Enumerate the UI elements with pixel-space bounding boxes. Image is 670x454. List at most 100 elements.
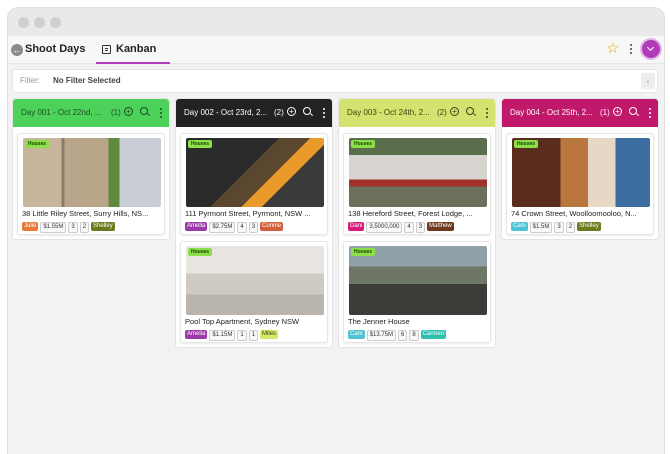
price-chip: $13.75M: [366, 330, 397, 341]
card-chips: Amelia $1.15M 1 1 Miles: [185, 330, 280, 341]
kanban-icon: [102, 45, 111, 54]
property-photo[interactable]: Houses: [23, 138, 161, 207]
agent-chip[interactable]: Amelia: [185, 330, 208, 339]
property-photo[interactable]: Houses: [186, 246, 324, 315]
property-card[interactable]: Houses 38 Little Riley Street, Surry Hill…: [17, 133, 165, 235]
column-title[interactable]: Day 003 - Oct 24th, 2...: [347, 108, 430, 117]
property-address: Pool Top Apartment, Sydney NSW: [185, 317, 300, 326]
zoom-in-icon[interactable]: [140, 107, 148, 115]
contact-chip[interactable]: Carmen: [420, 330, 447, 339]
app-window: ← Shoot Days Kanban ☆ Filter: No Filter …: [8, 8, 664, 454]
beds-chip: 1: [237, 330, 247, 341]
agent-chip[interactable]: Julie: [22, 222, 39, 231]
zoom-in-icon[interactable]: [466, 107, 474, 115]
baths-chip: 3: [248, 222, 259, 233]
column-card-count: (2): [274, 108, 284, 117]
card-chips: Dani 3,5000,000 4 3 Matthew: [348, 222, 456, 233]
filter-label: Filter:: [20, 76, 40, 85]
more-icon[interactable]: [323, 108, 326, 120]
price-chip: $2.75M: [209, 222, 236, 233]
more-icon[interactable]: [486, 108, 489, 120]
beds-chip: 3: [554, 222, 564, 233]
add-icon[interactable]: +: [124, 107, 133, 116]
price-chip: $1.55M: [40, 222, 67, 233]
category-tag: Houses: [188, 140, 213, 148]
property-photo[interactable]: Houses: [512, 138, 650, 207]
star-icon[interactable]: ☆: [606, 40, 619, 58]
add-icon[interactable]: +: [613, 107, 622, 116]
column-card-count: (1): [600, 108, 610, 117]
window-maximize-dot[interactable]: [50, 17, 61, 28]
baths-chip: 2: [79, 222, 90, 233]
kanban-column: Day 003 - Oct 24th, 2... (2) + Houses 138 He…: [338, 98, 496, 348]
property-address: 111 Pyrmont Street, Pyrmont, NSW ...: [185, 209, 311, 218]
card-chips: Cam $1.5M 3 2 Shelley: [511, 222, 603, 233]
zoom-in-icon[interactable]: [303, 107, 311, 115]
more-icon[interactable]: [630, 44, 633, 56]
column-card-count: (2): [437, 108, 447, 117]
column-header: Day 003 - Oct 24th, 2... (2) +: [339, 99, 495, 127]
category-tag: Houses: [188, 248, 213, 256]
category-tag: Houses: [351, 140, 376, 148]
chevron-down-icon[interactable]: [642, 40, 660, 58]
beds-chip: 3: [68, 222, 78, 233]
filter-value[interactable]: No Filter Selected: [53, 76, 121, 85]
column-title[interactable]: Day 004 - Oct 25th, 2...: [510, 108, 593, 117]
baths-chip: 8: [409, 330, 419, 341]
page-title: Shoot Days: [25, 43, 86, 55]
app-header: ← Shoot Days Kanban ☆: [8, 36, 664, 64]
kanban-column: Day 002 - Oct 23rd, 2... (2) + Houses 111 Py…: [175, 98, 333, 348]
agent-chip[interactable]: Cam: [511, 222, 528, 231]
baths-chip: 1: [248, 330, 259, 341]
kanban-column: Day 001 - Oct 22nd, ... (1) + Houses 38 Litt…: [12, 98, 170, 240]
property-address: 38 Little Riley Street, Surry Hills, NS.…: [22, 209, 149, 218]
property-address: 74 Crown Street, Woolloomooloo, N...: [511, 209, 637, 218]
contact-chip[interactable]: Shelley: [91, 222, 115, 231]
column-header: Day 002 - Oct 23rd, 2... (2) +: [176, 99, 332, 127]
category-tag: Houses: [25, 140, 50, 148]
column-header: Day 004 - Oct 25th, 2... (1) +: [502, 99, 658, 127]
collapse-filter-button[interactable]: ‹: [641, 73, 655, 89]
property-card[interactable]: Houses 74 Crown Street, Woolloomooloo, N.…: [506, 133, 654, 235]
more-icon[interactable]: [160, 108, 163, 120]
tab-kanban[interactable]: Kanban: [96, 36, 170, 64]
card-chips: Cam $13.75M 6 8 Carmen: [348, 330, 448, 341]
property-card[interactable]: Houses The Jenner House Cam $13.75M 6 8 Carmen: [343, 241, 491, 343]
contact-chip[interactable]: Matthew: [427, 222, 454, 231]
contact-chip[interactable]: Shelley: [577, 222, 601, 231]
beds-chip: 6: [398, 330, 408, 341]
property-photo[interactable]: Houses: [349, 138, 487, 207]
baths-chip: 2: [565, 222, 576, 233]
property-card[interactable]: Houses 138 Hereford Street, Forest Lodge,…: [343, 133, 491, 235]
beds-chip: 4: [404, 222, 414, 233]
property-card[interactable]: Houses Pool Top Apartment, Sydney NSW Amel…: [180, 241, 328, 343]
card-chips: Amelia $2.75M 4 3 Connie: [185, 222, 285, 233]
column-header: Day 001 - Oct 22nd, ... (1) +: [13, 99, 169, 127]
property-photo[interactable]: Houses: [349, 246, 487, 315]
category-tag: Houses: [351, 248, 376, 256]
property-address: The Jenner House: [348, 317, 410, 326]
column-title[interactable]: Day 001 - Oct 22nd, ...: [21, 108, 101, 117]
property-card[interactable]: Houses 111 Pyrmont Street, Pyrmont, NSW .…: [180, 133, 328, 235]
window-minimize-dot[interactable]: [34, 17, 45, 28]
agent-chip[interactable]: Amelia: [185, 222, 208, 231]
category-tag: Houses: [514, 140, 539, 148]
filter-bar[interactable]: Filter: No Filter Selected ‹: [12, 69, 658, 93]
more-icon[interactable]: [649, 108, 652, 120]
add-icon[interactable]: +: [450, 107, 459, 116]
window-titlebar: [8, 8, 664, 36]
price-chip: 3,5000,000: [366, 222, 403, 233]
agent-chip[interactable]: Dani: [348, 222, 365, 231]
tab-kanban-label: Kanban: [116, 43, 157, 55]
contact-chip[interactable]: Connie: [260, 222, 284, 231]
back-icon[interactable]: ←: [11, 44, 23, 56]
column-card-count: (1): [111, 108, 121, 117]
property-photo[interactable]: Houses: [186, 138, 324, 207]
zoom-in-icon[interactable]: [629, 107, 637, 115]
window-close-dot[interactable]: [18, 17, 29, 28]
add-icon[interactable]: +: [287, 107, 296, 116]
beds-chip: 4: [237, 222, 247, 233]
contact-chip[interactable]: Miles: [260, 330, 279, 339]
column-title[interactable]: Day 002 - Oct 23rd, 2...: [184, 108, 267, 117]
agent-chip[interactable]: Cam: [348, 330, 365, 339]
